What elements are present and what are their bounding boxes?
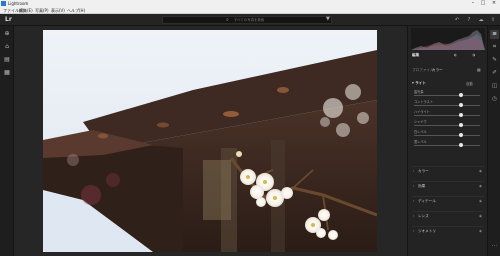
light-section-header[interactable]: ▾ ライト: [412, 81, 426, 86]
auto-edit-icon[interactable]: ◐: [454, 53, 457, 57]
eye-icon[interactable]: ◉: [479, 229, 482, 233]
slider-whites[interactable]: 白レベル: [412, 129, 484, 139]
slider-label: 黒レベル: [414, 140, 427, 144]
help-icon[interactable]: ?: [465, 16, 473, 24]
healing-icon[interactable]: ✎: [490, 56, 499, 65]
slider-label: ハイライト: [414, 110, 430, 114]
slider-label: シャドウ: [414, 120, 427, 124]
slider-blacks[interactable]: 黒レベル: [412, 139, 484, 149]
add-photo-icon[interactable]: ⊕: [3, 30, 11, 38]
histogram-graph: [411, 30, 485, 50]
section-optics[interactable]: › レンズ ◉: [412, 211, 484, 221]
slider-label: コントラスト: [414, 100, 434, 104]
slider-track[interactable]: [414, 125, 480, 126]
section-label: カラー: [418, 169, 429, 173]
slider-contrast[interactable]: コントラスト: [412, 99, 484, 109]
title-bar: Lightroom – □ ×: [0, 0, 500, 7]
light-section-label: ライト: [415, 81, 426, 85]
chevron-right-icon: ›: [413, 214, 415, 218]
right-rail: ≡ ⌗ ✎ ✐ ◫ ◷ ⋯: [487, 26, 500, 256]
menu-bar: ファイル(F) 編集(E) 写真(P) 表示(V) ヘルプ(H): [0, 7, 500, 14]
photo-image: [43, 30, 377, 252]
brush-icon[interactable]: ✐: [490, 69, 499, 78]
left-rail: ⊕ ⌂ ▤ ▦: [0, 26, 14, 256]
slider-shadows[interactable]: シャドウ: [412, 119, 484, 129]
home-icon[interactable]: ⌂: [3, 43, 11, 51]
slider-thumb[interactable]: [459, 103, 463, 107]
slider-track[interactable]: [414, 135, 480, 136]
edit-panel: 編集 ◐ ◑ プロファイル カラー ▦ ▾ ライト 自動 露光量 コントラスト …: [407, 26, 487, 256]
slider-highlights[interactable]: ハイライト: [412, 109, 484, 119]
search-input[interactable]: [234, 17, 319, 23]
light-auto-button[interactable]: 自動: [466, 81, 473, 86]
section-label: 効果: [418, 184, 426, 188]
crop-icon[interactable]: ⌗: [490, 43, 499, 52]
slider-track[interactable]: [414, 115, 480, 116]
slider-thumb[interactable]: [459, 123, 463, 127]
eye-icon[interactable]: ◉: [479, 199, 482, 203]
section-label: ジオメトリ: [418, 229, 436, 233]
menu-help[interactable]: ヘルプ(H): [67, 7, 85, 14]
menu-photo[interactable]: 写真(P): [35, 7, 49, 14]
edit-sliders-icon[interactable]: ≡: [490, 30, 499, 39]
app-logo-icon: [1, 1, 6, 6]
slider-track[interactable]: [414, 105, 480, 106]
section-color[interactable]: › カラー ◉: [412, 166, 484, 176]
section-detail[interactable]: › ディテール ◉: [412, 196, 484, 206]
slider-exposure[interactable]: 露光量: [412, 89, 484, 99]
close-icon[interactable]: ×: [489, 0, 499, 7]
profile-browser-icon[interactable]: ▦: [477, 67, 481, 72]
more-icon[interactable]: ⋯: [490, 242, 499, 251]
slider-thumb[interactable]: [459, 143, 463, 147]
section-label: レンズ: [418, 214, 429, 218]
profile-select[interactable]: カラー: [432, 68, 443, 73]
slider-label: 白レベル: [414, 130, 427, 134]
chevron-right-icon: ›: [413, 184, 415, 188]
eye-icon[interactable]: ◉: [479, 184, 482, 188]
cloud-sync-icon[interactable]: ☁: [477, 16, 485, 24]
slider-label: 露光量: [414, 90, 424, 94]
grid-icon[interactable]: ▦: [3, 69, 11, 77]
slider-track[interactable]: [414, 145, 480, 146]
eye-icon[interactable]: ◉: [479, 169, 482, 173]
slider-track[interactable]: [414, 95, 480, 96]
menu-edit[interactable]: 編集(E): [19, 7, 33, 14]
slider-thumb[interactable]: [459, 93, 463, 97]
minimize-icon[interactable]: –: [468, 0, 478, 7]
chevron-right-icon: ›: [413, 169, 415, 173]
versions-icon[interactable]: ◷: [490, 95, 499, 104]
lr-logo[interactable]: Lr: [5, 16, 12, 23]
top-toolbar: Lr ⌕ ▼ ↶ ? ☁ ⇪: [0, 14, 500, 26]
section-label: ディテール: [418, 199, 436, 203]
chevron-right-icon: ›: [413, 229, 415, 233]
library-icon[interactable]: ▤: [3, 56, 11, 64]
undo-icon[interactable]: ↶: [453, 16, 461, 24]
edit-panel-title: 編集: [412, 53, 420, 57]
menu-view[interactable]: 表示(V): [51, 7, 65, 14]
presets-icon[interactable]: ◫: [490, 82, 499, 91]
histogram: [411, 28, 485, 50]
slider-thumb[interactable]: [459, 133, 463, 137]
profile-label: プロファイル: [412, 68, 434, 72]
filter-icon[interactable]: ▼: [326, 16, 330, 22]
before-after-icon[interactable]: ◑: [472, 53, 475, 57]
section-geometry[interactable]: › ジオメトリ ◉: [412, 226, 484, 236]
photo-plum-blossoms[interactable]: [43, 30, 377, 252]
maximize-icon[interactable]: □: [478, 0, 488, 7]
section-effects[interactable]: › 効果 ◉: [412, 181, 484, 191]
window-title: Lightroom: [8, 1, 29, 6]
search-icon: ⌕: [226, 17, 229, 23]
share-icon[interactable]: ⇪: [489, 16, 497, 24]
chevron-right-icon: ›: [413, 199, 415, 203]
eye-icon[interactable]: ◉: [479, 214, 482, 218]
slider-thumb[interactable]: [459, 113, 463, 117]
photo-canvas: [14, 26, 407, 256]
search-box[interactable]: ⌕: [162, 16, 332, 24]
